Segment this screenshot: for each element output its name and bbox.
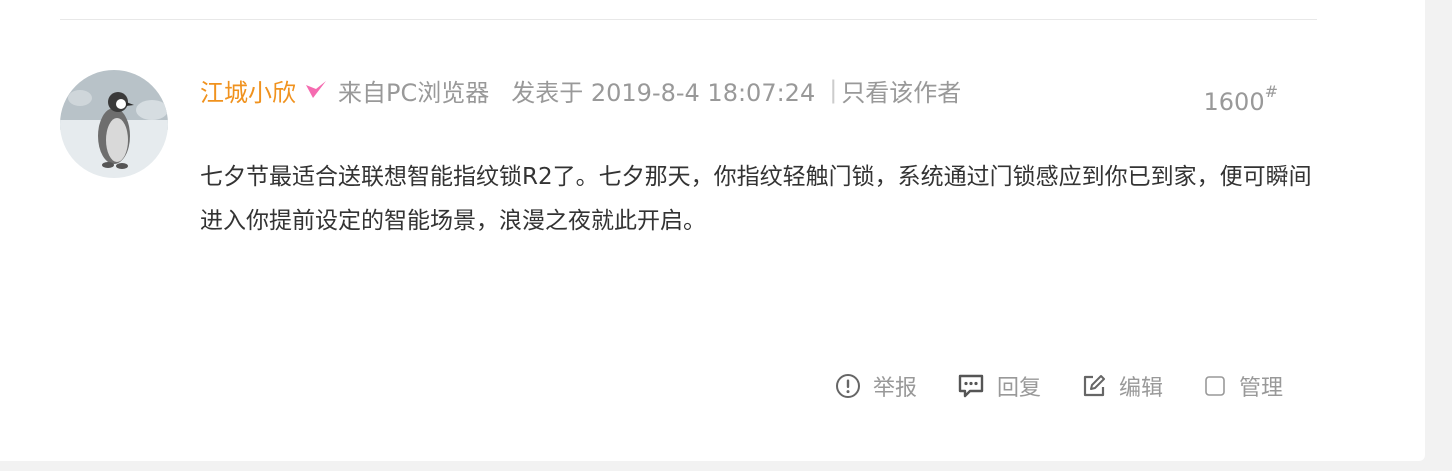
floor-mark: # bbox=[1264, 82, 1278, 101]
manage-button[interactable]: 管理 bbox=[1203, 370, 1283, 402]
floor-number[interactable]: 1600# bbox=[1203, 82, 1278, 116]
edit-label: 编辑 bbox=[1118, 376, 1163, 401]
separator: | bbox=[829, 76, 838, 104]
floor-number-value: 1600 bbox=[1203, 88, 1265, 116]
alert-circle-icon bbox=[835, 373, 861, 399]
reply-button[interactable]: 回复 bbox=[957, 370, 1041, 402]
report-button[interactable]: 举报 bbox=[835, 370, 917, 402]
post-actions: 举报 回复 编辑 管理 bbox=[835, 370, 1283, 402]
verified-v-icon bbox=[304, 79, 328, 101]
avatar[interactable] bbox=[60, 70, 168, 178]
divider bbox=[60, 19, 1317, 20]
edit-button[interactable]: 编辑 bbox=[1081, 370, 1163, 402]
penguin-avatar-image bbox=[60, 70, 168, 178]
only-author-link[interactable]: 只看该作者 bbox=[841, 73, 961, 108]
manage-label: 管理 bbox=[1238, 376, 1283, 401]
comment-icon bbox=[957, 373, 985, 399]
edit-icon bbox=[1081, 373, 1107, 399]
post-time: 发表于 2019-8-4 18:07:24 bbox=[511, 78, 816, 107]
post-meta: 江城小欣 来自PC浏览器 发表于 2019-8-4 18:07:24 | 只看该… bbox=[200, 72, 961, 108]
post-source: 来自PC浏览器 bbox=[338, 78, 490, 107]
author-name[interactable]: 江城小欣 bbox=[200, 73, 296, 108]
checkbox-icon[interactable] bbox=[1203, 374, 1227, 398]
report-label: 举报 bbox=[872, 376, 917, 401]
reply-label: 回复 bbox=[996, 376, 1041, 401]
post-content: 七夕节最适合送联想智能指纹锁R2了。七夕那天，你指纹轻触门锁，系统通过门锁感应到… bbox=[200, 164, 1312, 234]
post-card: 江城小欣 来自PC浏览器 发表于 2019-8-4 18:07:24 | 只看该… bbox=[0, 0, 1425, 461]
